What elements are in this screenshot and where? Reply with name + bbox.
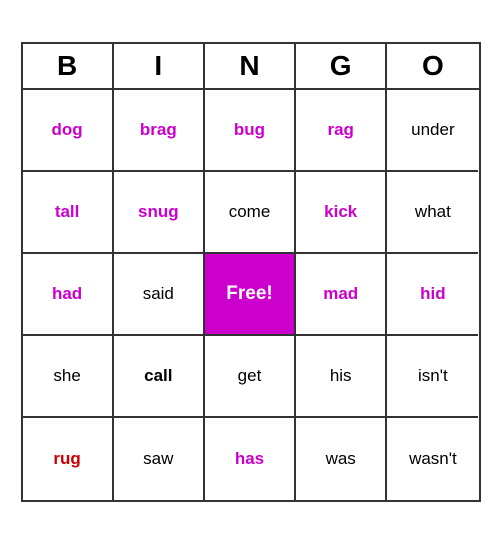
bingo-cell-13: mad <box>296 254 387 336</box>
bingo-cell-4: under <box>387 90 478 172</box>
header-letter-g: G <box>296 44 387 88</box>
bingo-cell-24: wasn't <box>387 418 478 500</box>
bingo-cell-20: rug <box>23 418 114 500</box>
header-letter-o: O <box>387 44 478 88</box>
bingo-cell-6: snug <box>114 172 205 254</box>
bingo-cell-23: was <box>296 418 387 500</box>
bingo-cell-7: come <box>205 172 296 254</box>
header-letter-n: N <box>205 44 296 88</box>
bingo-cell-16: call <box>114 336 205 418</box>
bingo-header: BINGO <box>23 44 479 90</box>
bingo-cell-10: had <box>23 254 114 336</box>
bingo-cell-5: tall <box>23 172 114 254</box>
bingo-cell-19: isn't <box>387 336 478 418</box>
bingo-cell-12: Free! <box>205 254 296 336</box>
bingo-cell-1: brag <box>114 90 205 172</box>
bingo-cell-14: hid <box>387 254 478 336</box>
bingo-cell-3: rag <box>296 90 387 172</box>
bingo-cell-11: said <box>114 254 205 336</box>
bingo-cell-21: saw <box>114 418 205 500</box>
bingo-cell-2: bug <box>205 90 296 172</box>
bingo-cell-0: dog <box>23 90 114 172</box>
bingo-cell-17: get <box>205 336 296 418</box>
bingo-grid: dogbragbugragunder tallsnugcomekickwhat ha… <box>23 90 479 500</box>
bingo-card: BINGO dogbragbugragunder tallsnugcomekick… <box>21 42 481 502</box>
header-letter-i: I <box>114 44 205 88</box>
bingo-cell-8: kick <box>296 172 387 254</box>
bingo-cell-9: what <box>387 172 478 254</box>
bingo-cell-22: has <box>205 418 296 500</box>
bingo-cell-15: she <box>23 336 114 418</box>
header-letter-b: B <box>23 44 114 88</box>
bingo-cell-18: his <box>296 336 387 418</box>
